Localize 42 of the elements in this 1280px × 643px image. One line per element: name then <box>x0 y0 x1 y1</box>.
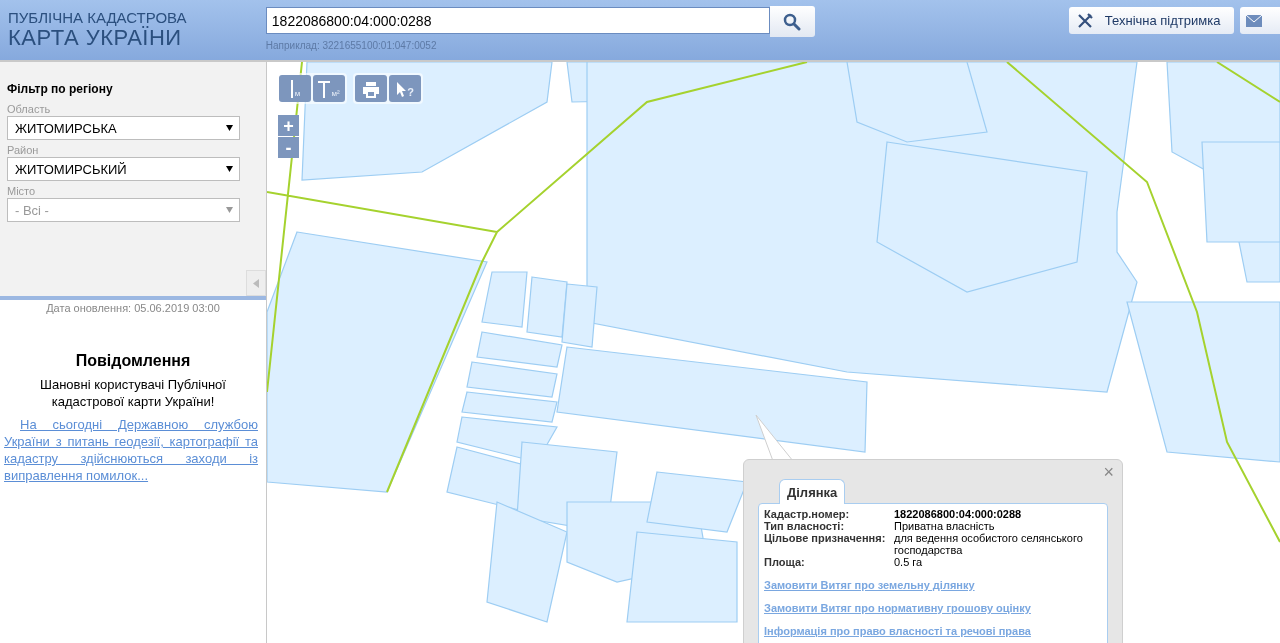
notice-link[interactable]: На сьогодні Державною службою України з питань геодезії, картографії та кадастру здійснюються заходи із виправлення помилок... <box>4 416 258 484</box>
order-link[interactable]: Замовити Витяг про нормативну грошову оцінку <box>764 602 1102 614</box>
mail-button[interactable] <box>1240 7 1280 34</box>
region-dropdown[interactable]: ЖИТОМИРСЬКА <box>7 116 240 140</box>
notice-title: Повідомлення <box>74 352 192 370</box>
print-icon <box>362 82 380 98</box>
close-button[interactable]: × <box>1103 462 1114 483</box>
tools-icon <box>1076 12 1093 29</box>
region-dropdown[interactable]: ЖИТОМИРСЬКИЙ <box>7 157 240 181</box>
search-button[interactable] <box>769 6 815 37</box>
property-row-text: Кадастр.номер: 1822086800:04:000:0288 <box>764 508 1023 520</box>
support-button[interactable]: Технічна підтримка <box>1068 7 1235 34</box>
property-row-text: Цільове призначення: для ведення особистого селянського господарства <box>764 532 1084 556</box>
field-label: Район <box>7 144 40 156</box>
map-tool-button[interactable]: м² <box>313 75 345 102</box>
cursor-icon <box>396 82 407 98</box>
mail-icon <box>1246 14 1263 27</box>
search-icon <box>783 12 802 31</box>
map-tool-button[interactable]: м <box>279 75 311 102</box>
zoom-button[interactable]: - <box>278 137 299 158</box>
ruler-icon <box>318 80 331 98</box>
caret-icon <box>226 166 233 172</box>
search-field[interactable]: 1822086800:04:000:0288 <box>265 7 770 34</box>
popup-tab[interactable]: Ділянка <box>779 479 846 504</box>
logo-title: КАРТА УКРАЇНИ <box>8 26 182 50</box>
filter-title: Фільтр по регіону <box>7 82 114 96</box>
property-row-text: Площа: 0.5 га <box>764 556 924 568</box>
field-label: Область <box>7 103 52 115</box>
update-date: Дата оновлення: 05.06.2019 03:00 <box>45 302 221 314</box>
map-tool-button[interactable] <box>355 75 387 102</box>
logo-title: ПУБЛІЧНА КАДАСТРОВА <box>8 10 188 26</box>
order-link[interactable]: Замовити Витяг про земельну ділянку <box>764 579 1102 591</box>
notice-greeting: Шановні користувачі Публічної кадастрової карти України! <box>39 376 227 410</box>
caret-icon <box>226 207 233 213</box>
order-link[interactable]: Інформація про право власності та речові права <box>764 625 1102 637</box>
field-label: Місто <box>7 185 37 197</box>
map-tool-button[interactable]: ? <box>389 75 421 102</box>
caret-icon <box>226 125 233 131</box>
property-row-text: Тип власності: Приватна власність <box>764 520 996 532</box>
zoom-button[interactable]: + <box>278 115 299 136</box>
search-example-hint: Наприклад: 3221655100:01:047:0052 <box>265 40 438 51</box>
caret-left-icon <box>253 278 259 288</box>
